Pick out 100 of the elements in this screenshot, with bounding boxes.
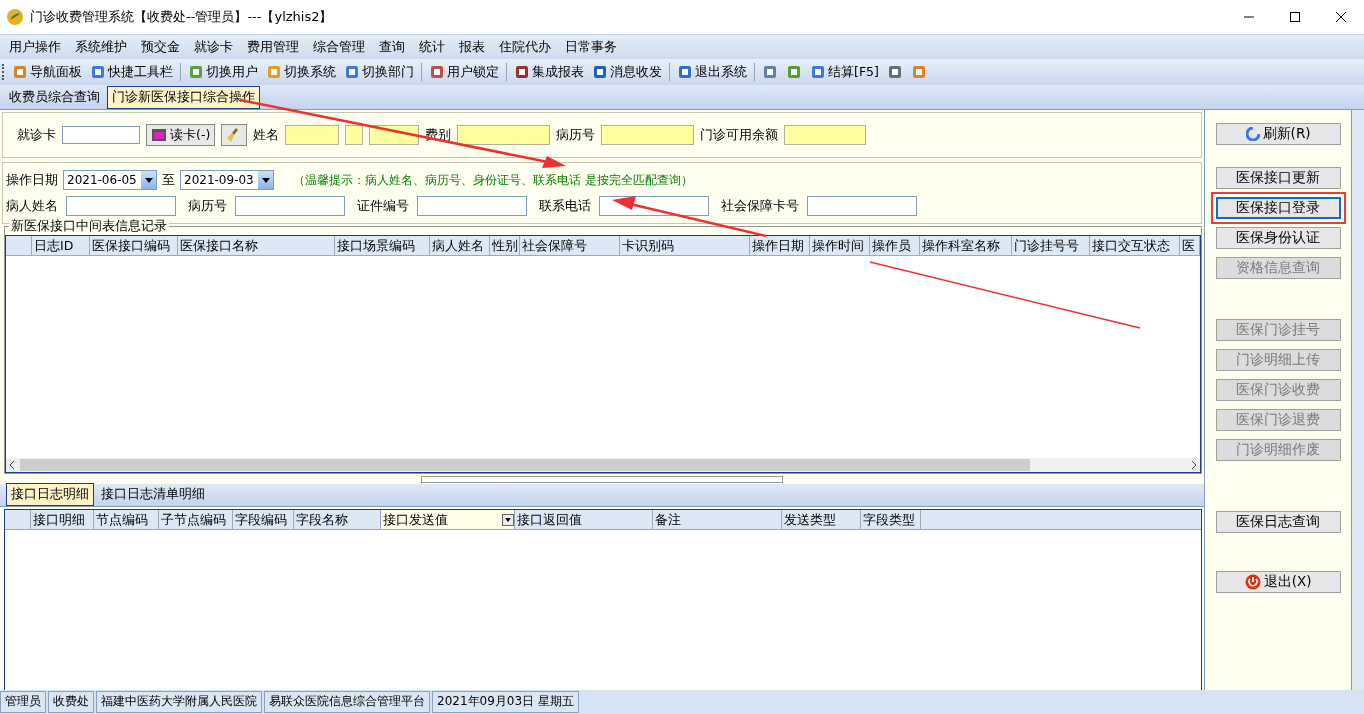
toolbar-button[interactable]: 消息收发 [589, 63, 665, 81]
column-header[interactable]: 医 [1180, 236, 1200, 255]
column-header[interactable]: 备注 [653, 510, 782, 529]
toolbar-button[interactable]: 结算[F5] [807, 63, 882, 81]
action-button[interactable]: 医保身份认证 [1215, 227, 1341, 249]
scroll-right-icon[interactable] [1190, 461, 1198, 469]
column-header[interactable]: 医保接口名称 [178, 236, 335, 255]
toolbar-icon [12, 64, 28, 80]
menu-item[interactable]: 查询 [372, 38, 412, 56]
menu-item[interactable]: 费用管理 [240, 38, 306, 56]
field-label: 证件编号 [357, 197, 409, 215]
column-header[interactable]: 操作科室名称 [920, 236, 1012, 255]
card-field[interactable] [62, 126, 140, 144]
menu-item[interactable]: 用户操作 [2, 38, 68, 56]
column-header[interactable]: 日志ID [32, 236, 90, 255]
menu-item[interactable]: 住院代办 [492, 38, 558, 56]
column-header[interactable]: 子节点编码 [159, 510, 233, 529]
column-header[interactable]: 社会保障号 [520, 236, 620, 255]
splitter-handle[interactable] [421, 475, 783, 483]
input-field[interactable] [345, 125, 364, 145]
toolbar-button[interactable]: 退出系统 [674, 63, 750, 81]
action-button[interactable]: 退出(X) [1215, 571, 1341, 593]
input-field[interactable] [417, 196, 527, 216]
field-label: 门诊可用余额 [700, 126, 779, 144]
menu-item[interactable]: 报表 [452, 38, 492, 56]
dropdown-icon[interactable] [144, 177, 153, 183]
date-picker[interactable]: 2021-06-05 [63, 170, 157, 190]
toolbar-icon [762, 64, 778, 80]
input-field[interactable] [285, 125, 340, 145]
field-label: 就诊卡 [17, 126, 56, 144]
action-button[interactable]: 医保接口更新 [1215, 167, 1341, 189]
toolbar-icon [786, 64, 802, 80]
action-button[interactable]: 医保日志查询 [1215, 511, 1341, 533]
column-header[interactable]: 操作日期 [750, 236, 810, 255]
window-title: 门诊收费管理系统【收费处--管理员】---【ylzhis2】 [30, 8, 333, 26]
status-cell: 易联众医院信息综合管理平台 [264, 691, 430, 713]
toolbar-button[interactable]: 切换部门 [341, 63, 417, 81]
column-header[interactable]: 卡识别码 [620, 236, 750, 255]
card-reader-icon [151, 127, 167, 143]
input-field[interactable] [807, 196, 917, 216]
toolbar-icon [188, 64, 204, 80]
input-field[interactable] [601, 125, 695, 145]
toolbar-button[interactable]: 切换用户 [185, 63, 261, 81]
input-field[interactable] [235, 196, 345, 216]
column-header[interactable]: 接口场景编码 [335, 236, 430, 255]
tab[interactable]: 接口日志清单明细 [96, 483, 210, 506]
toolbar-icon [266, 64, 282, 80]
scroll-left-icon[interactable] [8, 461, 16, 469]
toolbar-button[interactable]: 集成报表 [511, 63, 587, 81]
dropdown-icon[interactable] [261, 177, 270, 183]
menu-item[interactable]: 系统维护 [68, 38, 134, 56]
column-header[interactable]: 操作时间 [810, 236, 870, 255]
column-header[interactable]: 性别 [490, 236, 520, 255]
menu-item[interactable]: 就诊卡 [187, 38, 240, 56]
status-cell: 福建中医药大学附属人民医院 [96, 691, 262, 713]
input-field[interactable] [784, 125, 867, 145]
column-header[interactable]: 门诊挂号号 [1012, 236, 1090, 255]
toolbar-button[interactable]: 快捷工具栏 [87, 63, 176, 81]
column-header[interactable]: 接口明细 [31, 510, 94, 529]
toolbar-button[interactable]: 用户锁定 [426, 63, 502, 81]
field-label: 姓名 [253, 126, 280, 144]
column-header[interactable]: 操作员 [870, 236, 920, 255]
input-field[interactable] [457, 125, 551, 145]
menu-item[interactable]: 日常事务 [558, 38, 624, 56]
status-cell: 收费处 [48, 691, 94, 713]
toolbar-icon [677, 64, 693, 80]
field-label: 社会保障卡号 [721, 197, 799, 215]
action-button[interactable]: 刷新(R) [1215, 123, 1341, 145]
column-header[interactable]: 接口返回值 [515, 510, 653, 529]
clear-button[interactable] [221, 124, 248, 146]
field-label: 病人姓名 [6, 197, 58, 215]
date-picker[interactable]: 2021-09-03 [180, 170, 274, 190]
menu-item[interactable]: 预交金 [134, 38, 187, 56]
app-logo-icon [6, 8, 24, 26]
close-icon[interactable] [1336, 12, 1346, 22]
field-label: 病历号 [188, 197, 227, 215]
toolbar-button[interactable]: 切换系统 [263, 63, 339, 81]
column-header[interactable]: 发送类型 [782, 510, 861, 529]
maximize-icon[interactable] [1290, 12, 1300, 22]
field-label: 至 [162, 171, 175, 189]
group-title: 新医保接口中间表信息记录 [9, 218, 169, 235]
read-card-button[interactable]: 读卡(-) [146, 124, 216, 146]
column-header[interactable]: 字段类型 [861, 510, 921, 529]
menu-item[interactable]: 综合管理 [306, 38, 372, 56]
column-header[interactable]: 接口交互状态 [1090, 236, 1180, 255]
dropdown-icon[interactable] [502, 513, 514, 526]
scrollbar-thumb[interactable] [20, 459, 1030, 471]
menu-item[interactable]: 统计 [412, 38, 452, 56]
tab[interactable]: 接口日志明细 [6, 483, 94, 506]
toolbar-icon [910, 64, 927, 80]
column-header[interactable]: 节点编码 [94, 510, 159, 529]
column-header[interactable]: 病人姓名 [430, 236, 490, 255]
toolbar-button[interactable]: 导航面板 [9, 63, 85, 81]
tab[interactable]: 收费员综合查询 [4, 86, 105, 109]
column-header[interactable]: 字段编码 [233, 510, 294, 529]
status-cell: 管理员 [0, 691, 46, 713]
power-icon [1244, 574, 1261, 590]
column-header[interactable]: 接口发送值 [381, 510, 515, 529]
input-field[interactable] [66, 196, 176, 216]
column-header[interactable]: 医保接口编码 [90, 236, 178, 255]
